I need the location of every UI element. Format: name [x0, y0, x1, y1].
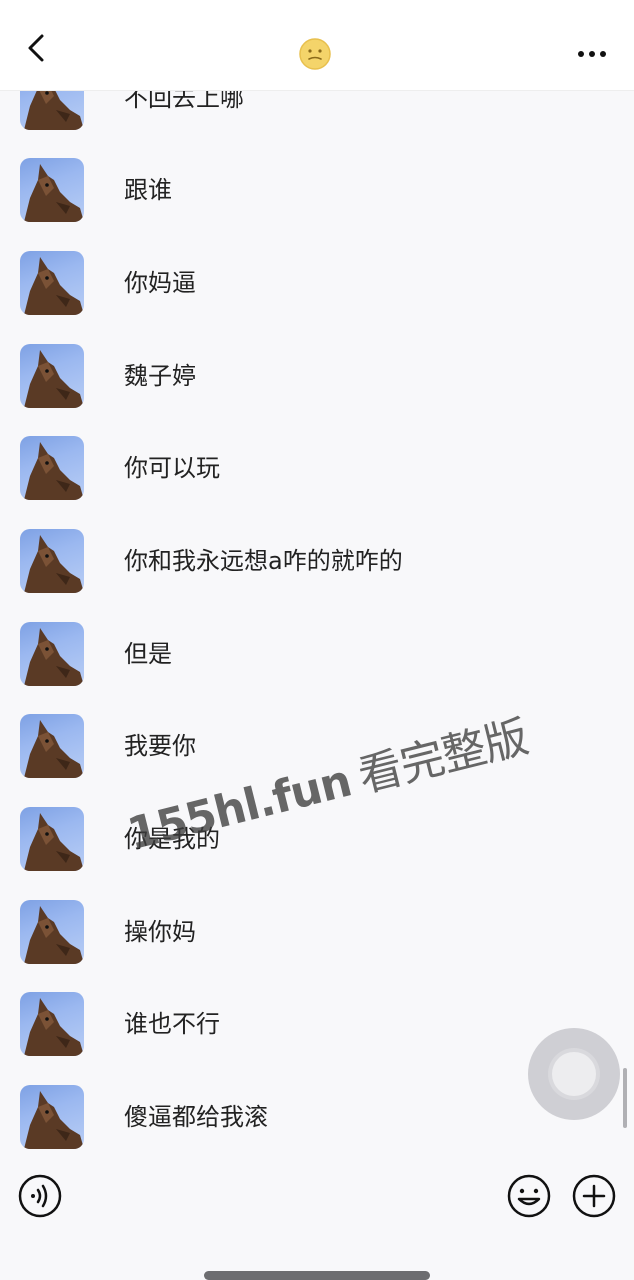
message-text: 魏子婷 [124, 362, 196, 390]
message-text: 操你妈 [124, 918, 196, 946]
dog-avatar-icon[interactable] [20, 1085, 84, 1149]
voice-icon[interactable] [18, 1174, 62, 1218]
message-list[interactable]: 不回去上哪 跟谁 你妈逼 魏子婷 你可以玩 你和我永远想a咋的就咋的 但是 我要… [0, 90, 634, 1160]
message-row: 我要你 [20, 714, 620, 780]
chat-screen: 不回去上哪 跟谁 你妈逼 魏子婷 你可以玩 你和我永远想a咋的就咋的 但是 我要… [0, 0, 634, 1280]
message-text: 你是我的 [124, 825, 220, 853]
plus-icon[interactable] [572, 1174, 616, 1218]
message-row: 但是 [20, 622, 620, 688]
dog-avatar-icon[interactable] [20, 529, 84, 593]
scrollbar[interactable] [623, 1068, 627, 1128]
dog-avatar-icon[interactable] [20, 344, 84, 408]
chat-header [0, 0, 634, 91]
dog-avatar-icon[interactable] [20, 714, 84, 778]
message-row: 你和我永远想a咋的就咋的 [20, 529, 620, 595]
input-bar [0, 1160, 634, 1240]
dog-avatar-icon[interactable] [20, 158, 84, 222]
dog-avatar-icon[interactable] [20, 900, 84, 964]
back-button[interactable] [18, 30, 54, 66]
assistive-touch-icon [548, 1048, 600, 1100]
message-row: 跟谁 [20, 158, 620, 224]
message-row: 你是我的 [20, 807, 620, 873]
ellipsis-icon [578, 51, 606, 57]
message-text: 谁也不行 [124, 1010, 220, 1038]
message-text: 跟谁 [124, 176, 172, 204]
message-text: 但是 [124, 640, 172, 668]
dog-avatar-icon[interactable] [20, 251, 84, 315]
message-text: 不回去上哪 [124, 90, 244, 112]
more-options-button[interactable] [574, 36, 610, 72]
chevron-left-icon [28, 34, 44, 62]
message-row: 你可以玩 [20, 436, 620, 502]
message-row: 魏子婷 [20, 344, 620, 410]
moon-face-emoji-icon [299, 38, 331, 70]
message-text: 你妈逼 [124, 269, 196, 297]
message-row: 你妈逼 [20, 251, 620, 317]
message-text: 我要你 [124, 732, 196, 760]
dog-avatar-icon[interactable] [20, 992, 84, 1056]
message-text: 傻逼都给我滚 [124, 1103, 268, 1131]
message-row: 操你妈 [20, 900, 620, 966]
dog-avatar-icon[interactable] [20, 90, 84, 130]
dog-avatar-icon[interactable] [20, 436, 84, 500]
dog-avatar-icon[interactable] [20, 807, 84, 871]
assistive-touch-button[interactable] [528, 1028, 620, 1120]
message-row: 傻逼都给我滚 [20, 1085, 620, 1151]
message-text: 你可以玩 [124, 454, 220, 482]
message-text: 你和我永远想a咋的就咋的 [124, 547, 403, 575]
smiley-icon[interactable] [507, 1174, 551, 1218]
message-row: 谁也不行 [20, 992, 620, 1058]
message-row: 不回去上哪 [20, 90, 620, 132]
home-indicator[interactable] [204, 1271, 430, 1280]
dog-avatar-icon[interactable] [20, 622, 84, 686]
